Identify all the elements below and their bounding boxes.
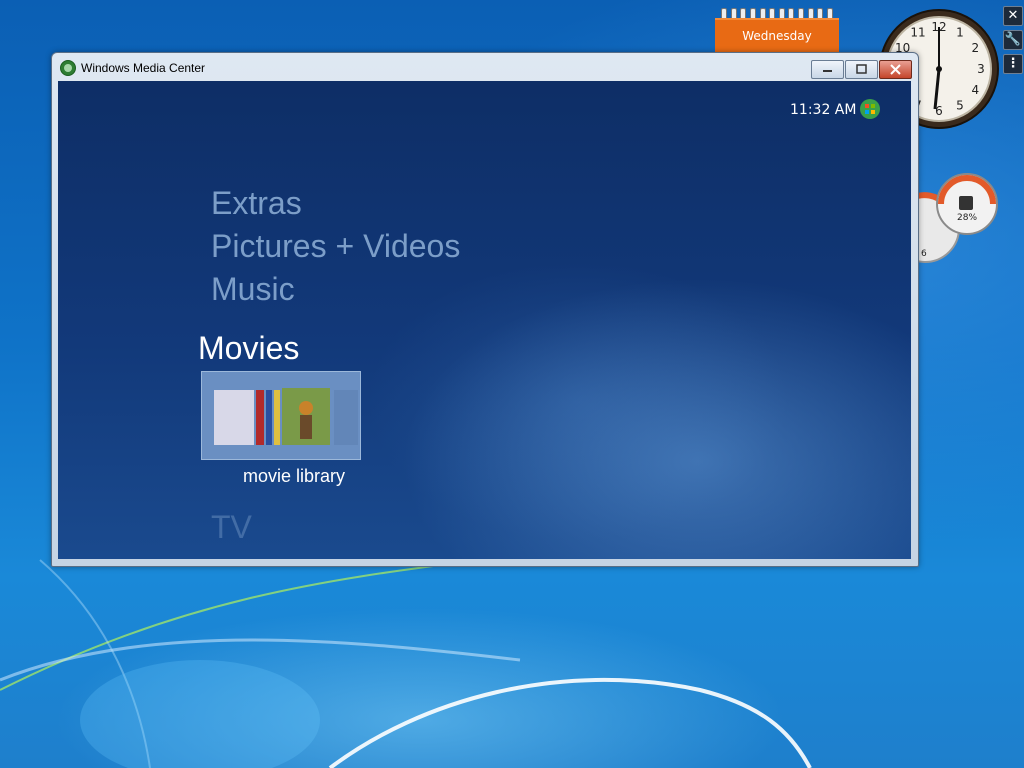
maximize-button[interactable] (845, 60, 878, 79)
memory-meter-value: 28% (957, 213, 977, 223)
cpu-meter-value: 6 (921, 249, 927, 259)
calendar-day: Wednesday (715, 18, 839, 54)
minimize-icon (823, 70, 832, 72)
close-icon (890, 64, 901, 75)
window-controls (810, 60, 912, 79)
menu-item-music[interactable]: Music (211, 271, 295, 308)
windows-start-orb-icon[interactable] (860, 99, 880, 119)
cpu-meter-gadget[interactable]: 6 28% (905, 170, 1005, 266)
media-center-content: 11:32 AM Extras Pictures + Videos Music … (58, 81, 911, 559)
clock-number: 1 (956, 26, 964, 40)
drag-handle-icon[interactable]: ⋮ (1003, 54, 1023, 74)
maximize-icon (856, 64, 867, 74)
movie-library-tile[interactable] (201, 371, 361, 460)
media-center-logo-icon (60, 60, 76, 76)
movie-library-label: movie library (243, 466, 346, 486)
close-gadget-icon[interactable]: ✕ (1003, 6, 1023, 26)
clock-number: 11 (910, 26, 925, 40)
menu-item-pictures-videos[interactable]: Pictures + Videos (211, 228, 460, 265)
menu-item-extras[interactable]: Extras (211, 185, 302, 222)
clock-number: 3 (977, 62, 985, 76)
wrench-options-icon[interactable]: 🔧 (1003, 30, 1023, 50)
close-button[interactable] (879, 60, 912, 79)
clock-number: 5 (956, 98, 964, 112)
media-center-window[interactable]: Windows Media Center 11:32 AM Extras Pic… (51, 52, 919, 567)
clock-number: 2 (972, 41, 980, 55)
window-title: Windows Media Center (81, 61, 206, 75)
calendar-gadget[interactable]: Wednesday (715, 8, 839, 54)
gadget-toolbar: ✕ 🔧 ⋮ (1003, 6, 1023, 74)
movie-covers-thumbnail (202, 372, 360, 459)
title-bar[interactable]: Windows Media Center (52, 53, 918, 83)
clock-number: 4 (972, 83, 980, 97)
clock-time: 11:32 AM (790, 102, 857, 118)
menu-item-tv[interactable]: TV (211, 509, 252, 546)
menu-item-movies[interactable]: Movies (198, 330, 299, 367)
minimize-button[interactable] (811, 60, 844, 79)
